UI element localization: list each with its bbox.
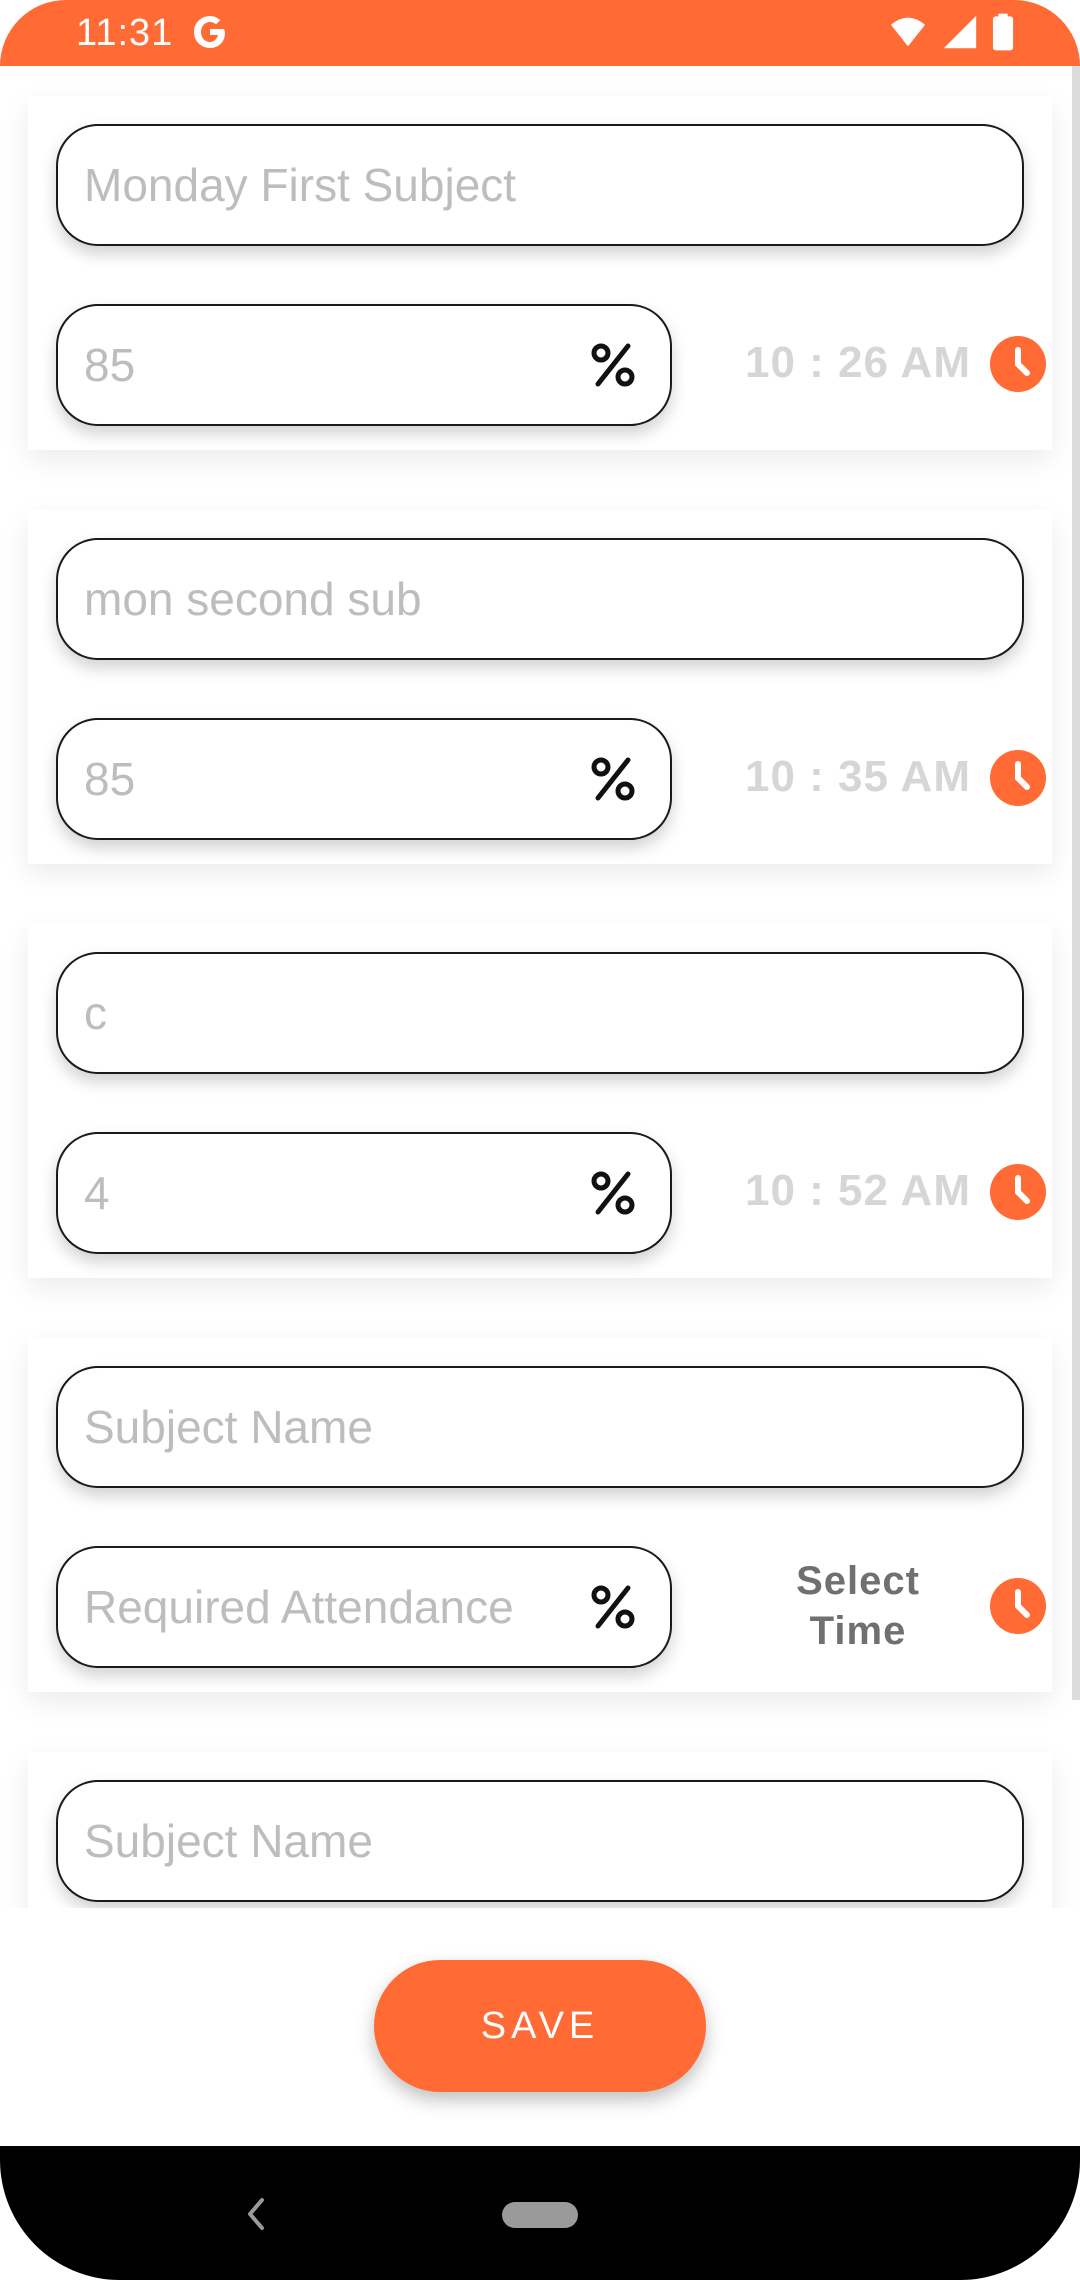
subject-name-field[interactable]: Subject Name	[56, 1780, 1024, 1902]
subject-name-field[interactable]: Monday First Subject	[56, 124, 1024, 246]
subject-card: Subject Name Required Attendance Select …	[28, 1338, 1052, 1692]
battery-icon	[992, 13, 1014, 56]
subject-card: Monday First Subject 85 10 : 26 AM	[28, 96, 1052, 450]
subject-name-value: mon second sub	[84, 573, 422, 625]
clock-icon[interactable]	[990, 750, 1046, 806]
required-attendance-field[interactable]: 85	[56, 304, 672, 426]
subject-name-field[interactable]: c	[56, 952, 1024, 1074]
attendance-value: 85	[84, 339, 136, 391]
subject-name-value: c	[84, 987, 107, 1039]
google-icon	[190, 12, 230, 52]
attendance-placeholder: Required Attendance	[84, 1581, 514, 1633]
back-icon[interactable]	[244, 2196, 268, 2232]
subject-card: Subject Name	[28, 1752, 1052, 1908]
status-bar: 11:31	[0, 0, 1080, 66]
subject-name-field[interactable]: Subject Name	[56, 1366, 1024, 1488]
attendance-value: 85	[84, 753, 136, 805]
select-time-line1: Select	[796, 1559, 920, 1603]
attendance-value: 4	[84, 1167, 110, 1219]
subject-name-field[interactable]: mon second sub	[56, 538, 1024, 660]
clock-icon[interactable]	[990, 1578, 1046, 1634]
wifi-icon	[888, 14, 928, 55]
signal-icon	[942, 14, 978, 55]
selected-time[interactable]: 10 : 26 AM	[736, 338, 980, 388]
required-attendance-field[interactable]: 85	[56, 718, 672, 840]
required-attendance-field[interactable]: Required Attendance	[56, 1546, 672, 1668]
selected-time[interactable]: 10 : 35 AM	[736, 752, 980, 802]
required-attendance-field[interactable]: 4	[56, 1132, 672, 1254]
subject-card: c 4 10 : 52 AM	[28, 924, 1052, 1278]
home-pill-icon[interactable]	[502, 2202, 578, 2228]
subject-name-placeholder: Subject Name	[84, 1815, 373, 1867]
percent-icon	[588, 1582, 638, 1632]
save-button[interactable]: SAVE	[374, 1960, 706, 2092]
selected-time[interactable]: 10 : 52 AM	[736, 1166, 980, 1216]
percent-icon	[588, 1168, 638, 1218]
navigation-bar	[0, 2146, 1080, 2280]
select-time-line2: Time	[809, 1609, 907, 1653]
clock-icon[interactable]	[990, 336, 1046, 392]
percent-icon	[588, 754, 638, 804]
status-time: 11:31	[76, 12, 174, 54]
subject-list[interactable]: Monday First Subject 85 10 : 26 AM mon s…	[0, 66, 1080, 1908]
select-time-button[interactable]: Select Time	[736, 1556, 980, 1656]
subject-name-placeholder: Subject Name	[84, 1401, 373, 1453]
percent-icon	[588, 340, 638, 390]
subject-card: mon second sub 85 10 : 35 AM	[28, 510, 1052, 864]
clock-icon[interactable]	[990, 1164, 1046, 1220]
subject-name-value: Monday First Subject	[84, 159, 517, 211]
